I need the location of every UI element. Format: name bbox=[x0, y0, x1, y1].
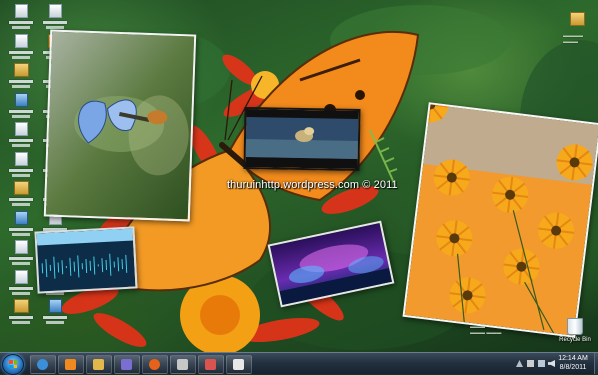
photo-video-frame bbox=[243, 106, 361, 172]
app-icon bbox=[233, 359, 244, 370]
desktop-shortcut[interactable] bbox=[4, 240, 38, 268]
desktop-shortcut-caption bbox=[12, 321, 30, 324]
desktop-shortcut[interactable] bbox=[4, 63, 38, 91]
clock-date: 8/8/2011 bbox=[559, 364, 587, 371]
desktop-shortcut-caption bbox=[9, 21, 33, 24]
desktop-shortcut-caption bbox=[12, 114, 30, 118]
folder-icon bbox=[13, 63, 29, 77]
taskbar-button-media-player[interactable] bbox=[58, 355, 84, 374]
desktop-shortcut-caption bbox=[43, 21, 67, 24]
desktop-shortcut-caption bbox=[9, 198, 33, 201]
taskbar-button-app-8[interactable] bbox=[226, 355, 252, 374]
desktop-shortcut-caption bbox=[12, 55, 30, 59]
desktop-shortcut-caption bbox=[9, 80, 33, 83]
app-icon bbox=[121, 359, 132, 370]
flag-icon[interactable] bbox=[527, 360, 534, 367]
recycle-bin-icon bbox=[567, 318, 583, 335]
document-icon bbox=[48, 4, 62, 18]
desktop-shortcut-caption bbox=[9, 109, 33, 113]
desktop-shortcut-caption bbox=[46, 321, 64, 324]
app-icon bbox=[48, 299, 62, 313]
desktop-shortcut-caption bbox=[12, 144, 30, 147]
desktop-shortcut[interactable] bbox=[4, 92, 38, 121]
photo-orange-daisies bbox=[402, 102, 598, 338]
photo-blue-butterfly bbox=[43, 29, 197, 222]
desktop-shortcut[interactable] bbox=[4, 299, 38, 327]
document-icon bbox=[14, 151, 28, 166]
desktop-shortcut-caption bbox=[12, 26, 30, 29]
recycle-bin[interactable]: Recycle Bin bbox=[556, 318, 594, 343]
desktop-shortcut-caption bbox=[9, 257, 33, 260]
desktop-shortcut[interactable] bbox=[38, 4, 72, 32]
desktop-shortcut[interactable] bbox=[4, 151, 38, 180]
watermark-text: thuruinhttp.wordpress.com © 2011 bbox=[227, 179, 398, 191]
app-icon bbox=[14, 92, 28, 107]
desktop-shortcut-caption bbox=[46, 26, 64, 29]
desktop-shortcut[interactable] bbox=[38, 299, 72, 327]
desktop-shortcut-caption bbox=[12, 262, 30, 265]
show-desktop-button[interactable] bbox=[594, 353, 598, 374]
desktop-shortcut-caption bbox=[9, 168, 33, 172]
taskbar-button-windows-explorer[interactable] bbox=[86, 355, 112, 374]
folder-icon bbox=[13, 181, 29, 195]
media-player-icon bbox=[65, 359, 76, 370]
network-icon[interactable] bbox=[538, 360, 545, 367]
app-icon bbox=[205, 359, 216, 370]
taskbar-button-app-7[interactable] bbox=[198, 355, 224, 374]
desktop-shortcut-caption bbox=[12, 232, 30, 236]
desktop-shortcut-caption bbox=[12, 173, 30, 177]
taskbar-button-app-6[interactable] bbox=[170, 355, 196, 374]
desktop-shortcut-caption bbox=[12, 85, 30, 88]
document-icon bbox=[14, 240, 28, 254]
taskbar-button-app-4[interactable] bbox=[114, 355, 140, 374]
desktop-shortcut[interactable] bbox=[4, 181, 38, 209]
desktop-shortcut-caption bbox=[9, 227, 33, 231]
desktop-shortcut[interactable] bbox=[4, 269, 38, 298]
document-icon bbox=[14, 122, 28, 136]
app-icon bbox=[177, 359, 188, 370]
up-arrow-icon[interactable] bbox=[516, 360, 523, 367]
desktop-shortcut-caption bbox=[43, 316, 67, 319]
app-icon bbox=[14, 210, 28, 225]
taskbar-button-internet-explorer[interactable] bbox=[30, 355, 56, 374]
document-icon bbox=[14, 4, 28, 18]
desktop-shortcut-caption bbox=[9, 139, 33, 142]
clock-time: 12:14 AM bbox=[558, 355, 588, 362]
folder-icon bbox=[93, 359, 104, 370]
document-icon bbox=[14, 269, 28, 284]
start-button[interactable] bbox=[2, 354, 24, 375]
photo-blue-waveform bbox=[34, 226, 138, 294]
desktop-shortcut-caption bbox=[9, 50, 33, 54]
system-clock[interactable]: 12:14 AM 8/8/2011 bbox=[553, 354, 593, 372]
desktop-shortcut[interactable] bbox=[4, 4, 38, 32]
taskbar: 12:14 AM 8/8/2011 bbox=[0, 352, 598, 375]
ie-icon bbox=[37, 359, 48, 370]
desktop-shortcut[interactable] bbox=[4, 33, 38, 62]
desktop-shortcut[interactable] bbox=[4, 210, 38, 239]
windows-logo-icon bbox=[9, 360, 17, 368]
desktop-shortcut-caption bbox=[9, 316, 33, 319]
photo-caption: ▬▬▬ ▬▬▬ ▬▬▬ bbox=[470, 324, 502, 336]
taskbar-button-firefox[interactable] bbox=[142, 355, 168, 374]
desktop-shortcut-caption bbox=[9, 286, 33, 290]
recycle-bin-label: Recycle Bin bbox=[559, 337, 591, 343]
firefox-icon bbox=[149, 359, 160, 370]
desktop-shortcut-caption bbox=[12, 203, 30, 206]
folder-icon bbox=[13, 299, 29, 313]
desktop-shortcut-caption bbox=[12, 291, 30, 295]
desktop-shortcut[interactable] bbox=[4, 122, 38, 150]
folder-icon[interactable] bbox=[560, 12, 594, 40]
document-icon bbox=[14, 33, 28, 48]
